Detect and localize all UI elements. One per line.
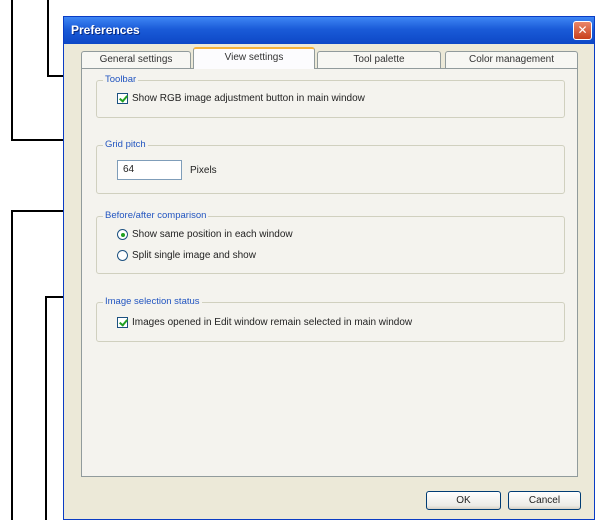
selection-status-group-title: Image selection status bbox=[103, 296, 202, 307]
show-rgb-adjustment-checkbox[interactable] bbox=[117, 93, 128, 104]
selection-status-group: Image selection status Images opened in … bbox=[96, 296, 565, 342]
tab-tool-palette[interactable]: Tool palette bbox=[317, 51, 441, 68]
title-bar[interactable]: Preferences ✕ bbox=[64, 17, 594, 44]
ok-button[interactable]: OK bbox=[426, 491, 501, 510]
grid-pitch-input[interactable]: 64 bbox=[117, 160, 182, 180]
grid-pitch-group: Grid pitch 64 Pixels bbox=[96, 139, 565, 194]
toolbar-group: Toolbar Show RGB image adjustment button… bbox=[96, 74, 565, 118]
callout-line-selection-vertical bbox=[45, 296, 47, 520]
grid-pitch-unit: Pixels bbox=[190, 164, 217, 176]
close-icon: ✕ bbox=[577, 23, 588, 37]
remain-selected-checkbox[interactable] bbox=[117, 317, 128, 328]
tab-view-settings[interactable]: View settings bbox=[193, 47, 315, 69]
comparison-option-split-image[interactable]: Split single image and show bbox=[117, 250, 256, 261]
close-button[interactable]: ✕ bbox=[573, 21, 592, 40]
preferences-dialog: Preferences ✕ General settings View sett… bbox=[63, 16, 595, 520]
view-settings-panel: Toolbar Show RGB image adjustment button… bbox=[81, 68, 578, 477]
split-image-radio[interactable] bbox=[117, 250, 128, 261]
comparison-group-title: Before/after comparison bbox=[103, 210, 209, 221]
grid-pitch-row: 64 Pixels bbox=[117, 160, 217, 180]
comparison-option-same-position[interactable]: Show same position in each window bbox=[117, 229, 293, 240]
callout-line-toolbar-vertical bbox=[47, 0, 49, 76]
comparison-group: Before/after comparison Show same positi… bbox=[96, 210, 565, 274]
toolbar-option[interactable]: Show RGB image adjustment button in main… bbox=[117, 93, 365, 104]
same-position-label: Show same position in each window bbox=[132, 229, 293, 240]
same-position-radio[interactable] bbox=[117, 229, 128, 240]
cancel-button[interactable]: Cancel bbox=[508, 491, 581, 510]
window-title: Preferences bbox=[71, 23, 140, 37]
toolbar-group-title: Toolbar bbox=[103, 74, 139, 85]
tab-general-settings[interactable]: General settings bbox=[81, 51, 191, 68]
grid-pitch-group-title: Grid pitch bbox=[103, 139, 148, 150]
tab-color-management[interactable]: Color management bbox=[445, 51, 578, 68]
callout-line-comparison-vertical bbox=[11, 210, 13, 520]
split-image-label: Split single image and show bbox=[132, 250, 256, 261]
remain-selected-label: Images opened in Edit window remain sele… bbox=[132, 317, 413, 328]
show-rgb-adjustment-label: Show RGB image adjustment button in main… bbox=[132, 93, 365, 104]
callout-line-grid-vertical bbox=[11, 0, 13, 140]
selection-status-option[interactable]: Images opened in Edit window remain sele… bbox=[117, 317, 412, 328]
